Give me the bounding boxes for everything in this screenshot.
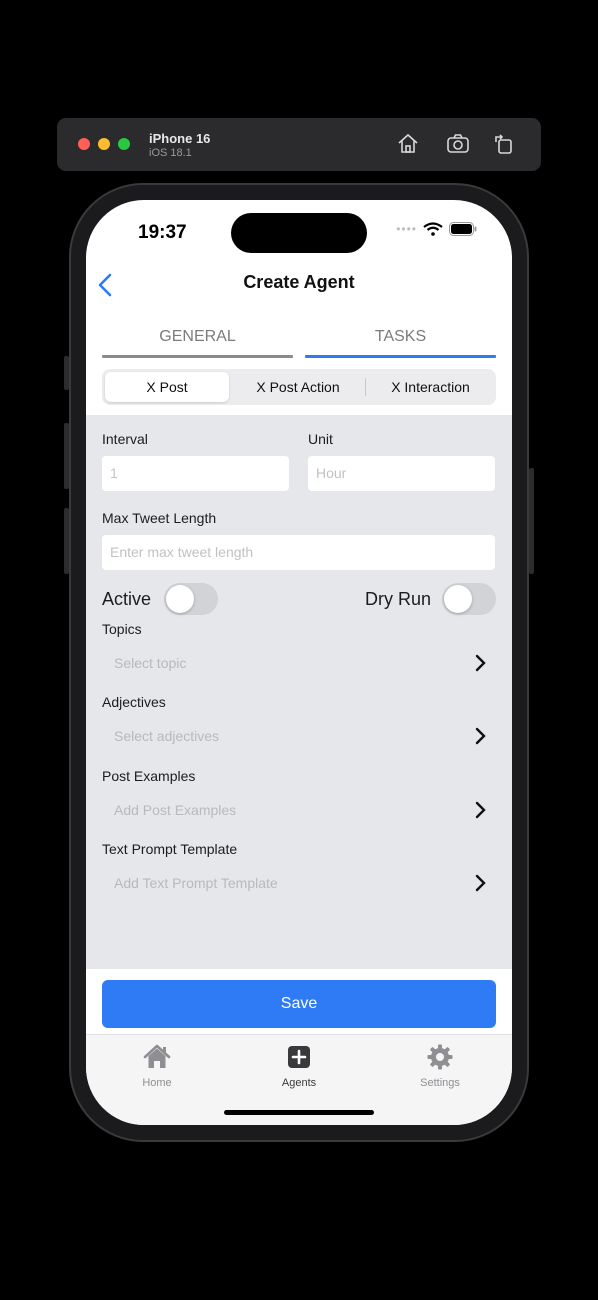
battery-icon [449, 222, 477, 236]
tab-general[interactable]: GENERAL [102, 328, 293, 346]
tabbar-item-home[interactable]: Home [107, 1043, 207, 1089]
interval-input[interactable]: 1 [102, 456, 289, 491]
tabbar-item-settings[interactable]: Settings [390, 1043, 490, 1089]
home-icon[interactable] [396, 132, 420, 156]
chevron-right-icon [475, 874, 486, 892]
segment-x-interaction[interactable]: X Interaction [368, 372, 493, 402]
unit-select[interactable]: Hour [308, 456, 495, 491]
volume-up-button [64, 423, 69, 489]
text-prompt-template-label: Text Prompt Template [102, 841, 238, 857]
save-button[interactable]: Save [102, 980, 496, 1028]
dry-run-toggle[interactable] [442, 583, 496, 615]
topics-label: Topics [102, 621, 142, 637]
active-label: Active [102, 589, 152, 609]
action-button [64, 356, 69, 390]
signal-icon: •••• [396, 222, 417, 236]
max-tweet-length-input[interactable]: Enter max tweet length [102, 535, 495, 570]
tabbar-label-agents: Agents [281, 1077, 317, 1089]
post-examples-label: Post Examples [102, 768, 196, 784]
page-title: Create Agent [243, 272, 355, 292]
adjectives-label: Adjectives [102, 694, 166, 710]
chevron-right-icon [475, 654, 486, 672]
interval-label: Interval [102, 431, 148, 447]
topics-placeholder: Select topic [114, 655, 187, 671]
tab-tasks-indicator [305, 355, 496, 358]
max-tweet-length-label: Max Tweet Length [102, 510, 217, 526]
unit-label: Unit [308, 431, 333, 447]
segment-x-post[interactable]: X Post [105, 372, 229, 402]
power-button [529, 468, 534, 574]
status-time: 19:37 [138, 222, 187, 243]
task-type-segmented-control: X Post X Post Action X Interaction [102, 369, 496, 405]
wifi-icon [423, 222, 443, 236]
segment-x-post-action[interactable]: X Post Action [234, 372, 362, 402]
minimize-window-button[interactable] [98, 138, 110, 150]
chevron-right-icon [475, 727, 486, 745]
text-prompt-template-select[interactable]: Add Text Prompt Template [102, 869, 496, 899]
plus-square-icon [288, 1046, 310, 1068]
dry-run-label: Dry Run [365, 589, 432, 609]
device-name: iPhone 16 [149, 131, 211, 146]
close-window-button[interactable] [78, 138, 90, 150]
home-indicator [224, 1110, 374, 1115]
tabbar-item-agents[interactable]: Agents [249, 1043, 349, 1089]
zoom-window-button[interactable] [118, 138, 130, 150]
segment-divider [365, 378, 366, 396]
tabbar-label-settings: Settings [420, 1077, 460, 1089]
house-icon [143, 1044, 171, 1068]
task-form: Interval 1 Unit Hour Max Tweet Length En… [86, 415, 512, 969]
volume-down-button [64, 508, 69, 574]
post-examples-placeholder: Add Post Examples [114, 802, 237, 818]
text-prompt-template-placeholder: Add Text Prompt Template [114, 875, 278, 891]
gear-icon [427, 1044, 453, 1070]
simulator-toolbar: iPhone 16 iOS 18.1 [57, 118, 541, 171]
topics-select[interactable]: Select topic [102, 649, 496, 679]
screenshot-icon[interactable] [446, 132, 470, 156]
os-version: iOS 18.1 [149, 147, 192, 159]
adjectives-select[interactable]: Select adjectives [102, 722, 496, 752]
active-toggle[interactable] [164, 583, 218, 615]
post-examples-select[interactable]: Add Post Examples [102, 796, 496, 826]
dynamic-island [231, 213, 367, 253]
adjectives-placeholder: Select adjectives [114, 728, 220, 744]
chevron-right-icon [475, 801, 486, 819]
toggle-knob [444, 585, 472, 613]
rotate-icon[interactable] [492, 132, 516, 156]
phone-screen: 19:37 •••• Create Agent GENERAL TASKS X … [86, 200, 512, 1125]
tabbar-label-home: Home [142, 1077, 172, 1089]
toggle-knob [166, 585, 194, 613]
status-icons: •••• [396, 222, 477, 236]
tab-general-indicator [102, 355, 293, 358]
tab-tasks[interactable]: TASKS [305, 328, 496, 346]
